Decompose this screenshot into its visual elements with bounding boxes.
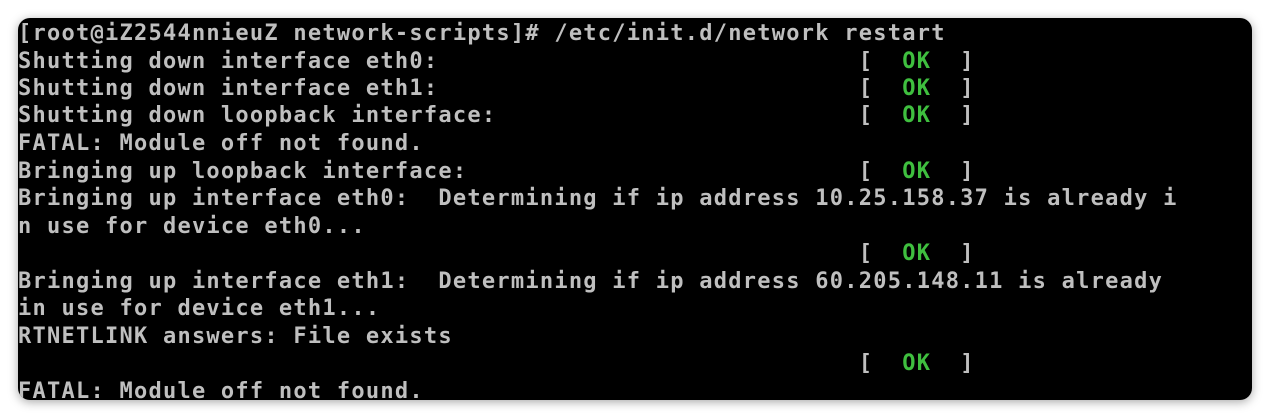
- terminal-line: RTNETLINK answers: File exists: [18, 324, 453, 349]
- terminal-line: Bringing up loopback interface: [ OK ]: [18, 159, 975, 184]
- status-ok: OK: [902, 103, 932, 128]
- terminal-line: Bringing up interface eth1: Determining …: [18, 269, 1164, 294]
- terminal-line: n use for device eth0...: [18, 214, 366, 239]
- status-ok: OK: [902, 76, 932, 101]
- terminal-line: Bringing up interface eth0: Determining …: [18, 186, 1178, 211]
- terminal-line: [ OK ]: [18, 241, 975, 266]
- status-ok: OK: [902, 49, 932, 74]
- terminal-line: FATAL: Module off not found.: [18, 379, 424, 400]
- terminal-line: FATAL: Module off not found.: [18, 131, 424, 156]
- terminal-line: Shutting down loopback interface: [ OK ]: [18, 103, 975, 128]
- terminal-line: [ OK ]: [18, 351, 975, 376]
- terminal-line: [root@iZ2544nnieuZ network-scripts]# /et…: [18, 21, 946, 46]
- terminal-line: Shutting down interface eth1: [ OK ]: [18, 76, 975, 101]
- terminal-line: in use for device eth1...: [18, 296, 381, 321]
- terminal-window[interactable]: [root@iZ2544nnieuZ network-scripts]# /et…: [18, 18, 1252, 400]
- status-ok: OK: [902, 159, 932, 184]
- terminal-line: Shutting down interface eth0: [ OK ]: [18, 49, 975, 74]
- status-ok: OK: [902, 351, 932, 376]
- terminal-screen[interactable]: [root@iZ2544nnieuZ network-scripts]# /et…: [18, 18, 1252, 400]
- status-ok: OK: [902, 241, 932, 266]
